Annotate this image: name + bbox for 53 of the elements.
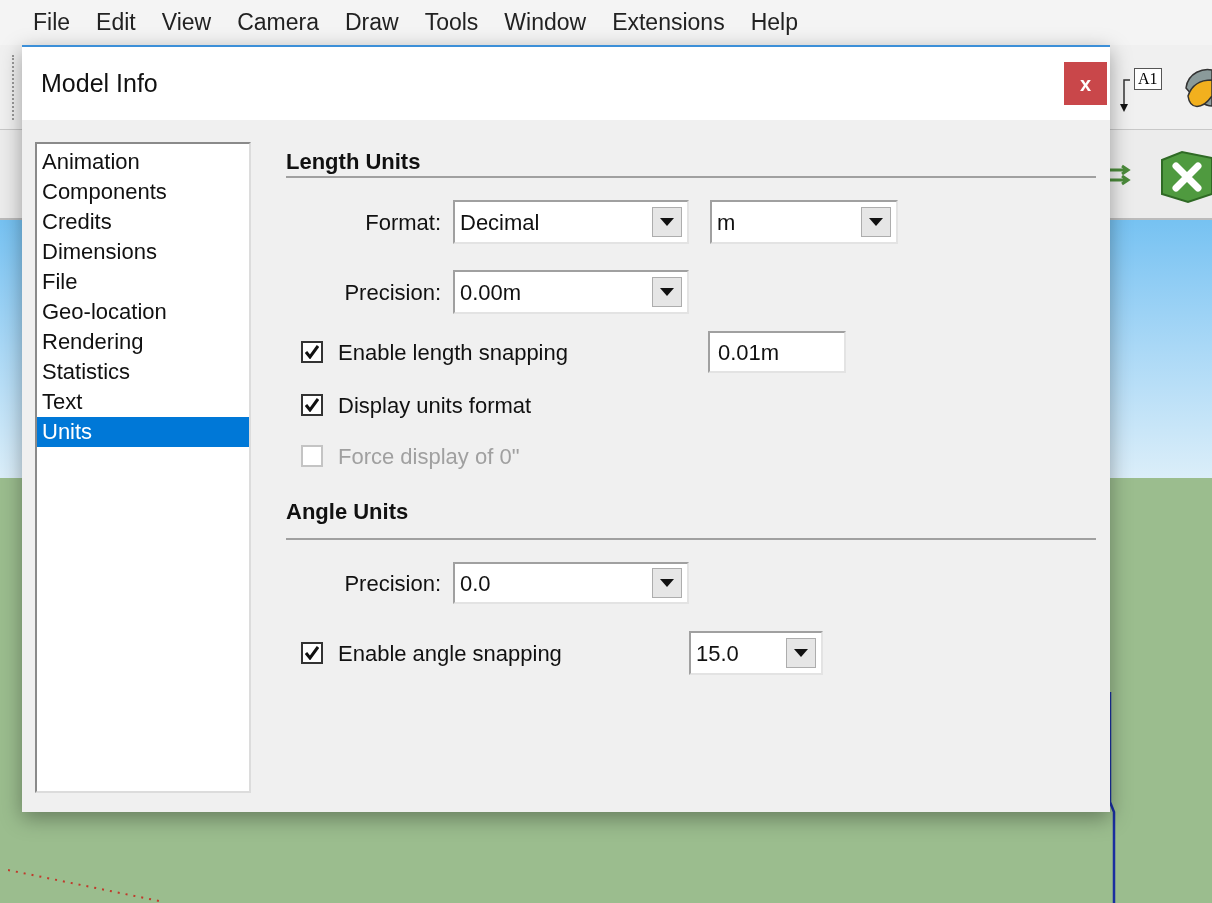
caret-icon: [660, 288, 674, 296]
dropdown-value: 0.00m: [460, 278, 522, 307]
category-item[interactable]: Geo-location: [37, 297, 249, 327]
menu-item[interactable]: File: [20, 5, 84, 40]
category-item[interactable]: Components: [37, 177, 249, 207]
caret-icon: [869, 218, 883, 226]
dropdown-value: 15.0: [696, 639, 739, 668]
menu-item[interactable]: Edit: [83, 5, 149, 40]
text-tool-button[interactable]: A1: [1118, 62, 1168, 114]
checkbox-label: Enable length snapping: [338, 338, 569, 367]
field-label: Precision:: [343, 278, 442, 307]
menu-item[interactable]: Extensions: [599, 5, 738, 40]
arrow-down-icon: [1118, 76, 1132, 114]
snap-value-field[interactable]: 0.01m: [708, 331, 846, 373]
category-item[interactable]: Units: [37, 417, 249, 447]
section-heading: Angle Units: [286, 498, 410, 526]
dropdown-value: 0.0: [460, 569, 491, 598]
menu-item[interactable]: Draw: [331, 5, 412, 40]
caret-icon: [794, 649, 808, 657]
dropdown-value: Decimal: [460, 208, 540, 237]
category-item[interactable]: Statistics: [37, 357, 249, 387]
dropdown-value: m: [717, 208, 736, 237]
menu-item[interactable]: View: [148, 5, 225, 40]
caret-icon: [660, 579, 674, 587]
field-label: Precision:: [343, 569, 442, 598]
dropdown[interactable]: 0.0: [453, 562, 689, 604]
section-heading: Length Units: [286, 148, 422, 176]
checkbox[interactable]: [301, 341, 323, 363]
menu-item[interactable]: Camera: [224, 5, 332, 40]
dropdown[interactable]: Decimal: [453, 200, 689, 244]
checkbox-label: Enable angle snapping: [338, 639, 563, 668]
dialog-title: Model Info: [41, 67, 158, 99]
dropdown[interactable]: 0.00m: [453, 270, 689, 314]
checkbox-label: Force display of 0": [338, 442, 520, 471]
caret-icon: [660, 218, 674, 226]
checkbox[interactable]: [301, 642, 323, 664]
category-item[interactable]: Text: [37, 387, 249, 417]
category-item[interactable]: Credits: [37, 207, 249, 237]
arrows-icon[interactable]: [1110, 164, 1132, 188]
menu-item[interactable]: Help: [737, 5, 811, 40]
category-item[interactable]: File: [37, 267, 249, 297]
field-label: Format:: [364, 208, 442, 237]
category-item[interactable]: Dimensions: [37, 237, 249, 267]
dropdown[interactable]: 15.0: [689, 631, 823, 675]
category-item[interactable]: Rendering: [37, 327, 249, 357]
dropdown[interactable]: m: [710, 200, 898, 244]
menu-item[interactable]: Tools: [411, 5, 492, 40]
close-button[interactable]: x: [1064, 62, 1107, 105]
checkbox-label: Display units format: [338, 391, 532, 420]
category-item[interactable]: Animation: [37, 147, 249, 177]
checkbox[interactable]: [301, 394, 323, 416]
toolbar-grip: [12, 55, 16, 120]
menu-item[interactable]: Window: [491, 5, 600, 40]
